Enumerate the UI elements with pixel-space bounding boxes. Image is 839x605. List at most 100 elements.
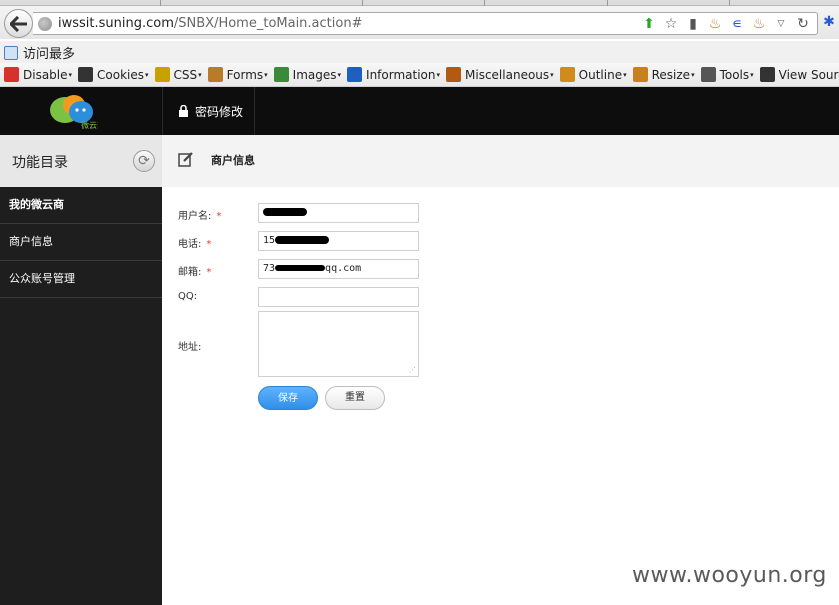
devbar-label: View Source — [778, 67, 839, 82]
devbar-label: Disable — [23, 67, 68, 82]
email-visible-prefix: 73 — [263, 263, 276, 274]
email-field[interactable]: 73 qq.com — [258, 259, 419, 279]
no-entry-icon — [4, 67, 19, 82]
java-cup-icon-2[interactable]: ♨ — [751, 16, 767, 32]
dropdown-caret-icon: ▾ — [145, 70, 149, 79]
phone-field[interactable]: 15 — [258, 231, 419, 251]
refresh-icon[interactable]: ⟳ — [133, 150, 155, 172]
email-label: 邮箱: * — [178, 267, 212, 278]
dropdown-caret-icon: ▾ — [550, 70, 554, 79]
logo-text: 微云商 — [81, 120, 98, 130]
globe-icon — [38, 17, 52, 31]
redacted-blot — [263, 208, 307, 216]
sidebar-item-public-account[interactable]: 公众账号管理 — [0, 261, 162, 298]
search-engine-icon[interactable]: ✱ — [821, 14, 837, 30]
address-textarea[interactable]: ⋰ — [258, 311, 419, 377]
bookmark-star-icon[interactable]: ☆ — [663, 16, 679, 32]
clipboard-icon — [207, 67, 223, 82]
address-label: 地址: — [178, 342, 202, 353]
change-password-label: 密码修改 — [195, 104, 244, 119]
devbar-label: Images — [292, 67, 337, 82]
main-content: 商户信息 用户名: * 电话: * 15 邮箱: * 73 qq.com QQ: 地址:… — [162, 135, 839, 605]
dropdown-arrow-icon[interactable]: ▽ — [773, 16, 789, 32]
email-visible-suffix: qq.com — [325, 263, 362, 274]
book-icon — [446, 67, 462, 82]
edit-icon — [178, 152, 193, 167]
devbar-item-disable[interactable]: Disable ▾ — [4, 67, 72, 82]
dropdown-caret-icon: ▾ — [623, 70, 627, 79]
phone-label: 电话: * — [178, 239, 212, 250]
reload-icon[interactable]: ↻ — [795, 16, 811, 32]
phone-icon[interactable]: ▮ — [685, 16, 701, 32]
back-button[interactable] — [4, 9, 33, 38]
java-cup-icon[interactable]: ♨ — [707, 16, 723, 32]
devbar-label: Resize — [651, 67, 691, 82]
devbar-item-tools[interactable]: Tools ▾ — [700, 67, 754, 82]
bookmark-label: 访问最多 — [23, 47, 76, 62]
devbar-label: Information — [366, 67, 436, 82]
devbar-item-miscellaneous[interactable]: Miscellaneous ▾ — [446, 67, 554, 82]
change-password-link[interactable]: 密码修改 — [163, 87, 255, 135]
web-developer-toolbar: Disable ▾ Cookies ▾ CSS ▾ Forms ▾ Images ▾ Informa… — [0, 63, 839, 87]
redacted-blot — [275, 265, 326, 271]
monitor-icon — [759, 67, 775, 82]
dropdown-caret-icon: ▾ — [198, 70, 202, 79]
devbar-item-information[interactable]: Information ▾ — [347, 67, 440, 82]
bookmark-most-visited[interactable]: 访问最多 — [4, 43, 75, 62]
username-field[interactable] — [258, 203, 419, 223]
save-button[interactable]: 保存 — [258, 386, 318, 410]
redacted-blot — [275, 236, 330, 244]
devbar-label: Outline — [578, 67, 623, 82]
phone-visible-text: 15 — [263, 235, 276, 246]
qq-label: QQ: — [178, 291, 198, 302]
devbar-item-view-source[interactable]: View Source▾ — [759, 67, 839, 82]
qq-field[interactable] — [258, 287, 419, 307]
devbar-label: Miscellaneous — [465, 67, 550, 82]
dropdown-caret-icon: ▾ — [68, 70, 73, 79]
dropdown-caret-icon: ▾ — [750, 70, 754, 79]
jquery-icon[interactable]: ∊ — [729, 16, 745, 32]
devbar-label: CSS — [173, 67, 198, 82]
picture-icon — [273, 67, 289, 82]
info-icon — [347, 67, 363, 82]
dropdown-caret-icon: ▾ — [436, 70, 441, 79]
address-bar-icons: ⬆ ☆ ▮ ♨ ∊ ♨ ▽ ↻ — [641, 15, 811, 33]
devbar-item-resize[interactable]: Resize ▾ — [632, 67, 695, 82]
address-bar[interactable]: iwssit.suning.com/SNBX/Home_toMain.actio… — [33, 12, 818, 35]
devbar-item-css[interactable]: CSS ▾ — [154, 67, 202, 82]
required-mark: * — [206, 267, 212, 278]
devbar-label: Forms — [226, 67, 264, 82]
reset-button[interactable]: 重置 — [325, 386, 385, 410]
devbar-label: Tools — [719, 67, 750, 82]
person-icon — [78, 67, 94, 82]
devbar-item-cookies[interactable]: Cookies ▾ — [78, 67, 149, 82]
required-mark: * — [206, 239, 212, 250]
green-arrow-icon[interactable]: ⬆ — [641, 16, 657, 32]
dropdown-caret-icon: ▾ — [691, 70, 695, 79]
sidebar-title: 功能目录 — [12, 155, 68, 171]
sidebar-item-merchant-info[interactable]: 商户信息 — [0, 224, 162, 261]
required-mark: * — [216, 211, 222, 222]
page-title: 商户信息 — [211, 154, 255, 167]
devbar-label: Cookies — [97, 67, 145, 82]
lock-icon — [179, 105, 188, 117]
weiyunshang-logo: 微云商 — [50, 95, 98, 130]
sidebar-item-my-weiyunshang[interactable]: 我的微云商 — [0, 187, 162, 224]
content-header: 商户信息 — [162, 135, 839, 187]
username-label: 用户名: * — [178, 211, 222, 222]
devbar-item-forms[interactable]: Forms ▾ — [207, 67, 268, 82]
sidebar: 功能目录 ⟳ 我的微云商 商户信息 公众账号管理 — [0, 135, 162, 605]
ruler-icon — [632, 67, 648, 82]
site-header: 微云商 密码修改 — [0, 87, 839, 135]
bookmarks-bar: 访问最多 — [0, 41, 839, 63]
devbar-item-outline[interactable]: Outline ▾ — [559, 67, 627, 82]
devbar-item-images[interactable]: Images ▾ — [273, 67, 341, 82]
dropdown-caret-icon: ▾ — [264, 70, 268, 79]
wand-icon — [154, 67, 170, 82]
pencil-icon — [559, 67, 575, 82]
resize-grip-icon[interactable]: ⋰ — [409, 367, 416, 374]
wrench-icon — [700, 67, 716, 82]
watermark: www.wooyun.org — [632, 563, 827, 588]
bookmark-folder-icon — [4, 45, 18, 60]
back-arrow-icon — [10, 16, 27, 32]
